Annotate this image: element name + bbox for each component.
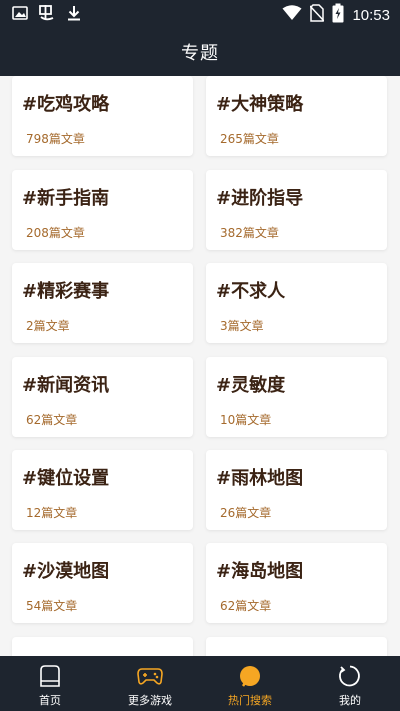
topic-title: #键位设置 [22,468,110,489]
topic-title: #灵敏度 [216,375,286,396]
tab-hot-search[interactable]: 热门搜索 [200,656,300,711]
download-icon [66,5,82,25]
topic-title: #新闻资讯 [22,375,110,396]
topic-card[interactable]: #精彩赛事 2篇文章 [12,263,193,343]
topic-card[interactable]: #键位设置 12篇文章 [12,450,193,530]
topic-title: #大神策略 [216,94,304,115]
topic-article-count: 2篇文章 [26,319,70,333]
tab-label: 首页 [39,694,61,707]
topic-card[interactable]: #进阶指导 382篇文章 [206,170,387,250]
topic-title: #沙漠地图 [22,561,110,582]
topic-card[interactable]: #海岛地图 62篇文章 [206,543,387,623]
topic-title: #海岛地图 [216,561,304,582]
topic-article-count: 10篇文章 [220,413,272,427]
title-bar: 专题 [0,28,400,76]
topic-card[interactable]: #吃鸡攻略 798篇文章 [12,76,193,156]
topic-article-count: 26篇文章 [220,506,272,520]
no-sim-icon [309,4,326,26]
topic-grid: #吃鸡攻略 798篇文章 #大神策略 265篇文章 #新手指南 208篇文章 #… [0,76,400,656]
tab-profile[interactable]: 我的 [300,656,400,711]
topic-article-count: 208篇文章 [26,226,85,240]
tab-label: 更多游戏 [128,694,172,707]
topic-card[interactable]: #新手指南 208篇文章 [12,170,193,250]
topic-article-count: 382篇文章 [220,226,279,240]
gamepad-icon [137,663,163,689]
home-icon [37,663,63,689]
profile-icon [337,663,363,689]
tab-more-games[interactable]: 更多游戏 [100,656,200,711]
topic-title: #不求人 [216,281,286,302]
tab-label: 热门搜索 [228,694,272,707]
topic-article-count: 54篇文章 [26,599,78,613]
page-title: 专题 [181,43,219,64]
topic-article-count: 798篇文章 [26,132,85,146]
topic-card[interactable]: #不求人 3篇文章 [206,263,387,343]
status-bar: 10:53 [0,0,400,28]
bottom-tab-bar: 首页 更多游戏 热门搜索 我的 [0,656,400,711]
topic-title: #吃鸡攻略 [22,94,110,115]
topic-article-count: 62篇文章 [220,599,272,613]
topic-article-count: 3篇文章 [220,319,264,333]
topic-card[interactable]: #灵敏度 10篇文章 [206,357,387,437]
topic-card-partial[interactable] [206,637,387,656]
image-icon [12,5,28,25]
wifi-icon [282,5,302,25]
topic-title: #精彩赛事 [22,281,110,302]
topic-article-count: 12篇文章 [26,506,78,520]
topic-card[interactable]: #雨林地图 26篇文章 [206,450,387,530]
topic-article-count: 265篇文章 [220,132,279,146]
hot-search-icon [237,663,263,689]
clock: 10:53 [352,6,390,24]
topic-card-partial[interactable] [12,637,193,656]
app-notification-icon [38,4,56,26]
topic-card[interactable]: #沙漠地图 54篇文章 [12,543,193,623]
tab-home[interactable]: 首页 [0,656,100,711]
topic-card[interactable]: #大神策略 265篇文章 [206,76,387,156]
topic-title: #进阶指导 [216,188,304,209]
topic-title: #新手指南 [22,188,110,209]
battery-icon [332,3,344,27]
topic-title: #雨林地图 [216,468,304,489]
tab-label: 我的 [339,694,361,707]
topic-card[interactable]: #新闻资讯 62篇文章 [12,357,193,437]
topic-article-count: 62篇文章 [26,413,78,427]
